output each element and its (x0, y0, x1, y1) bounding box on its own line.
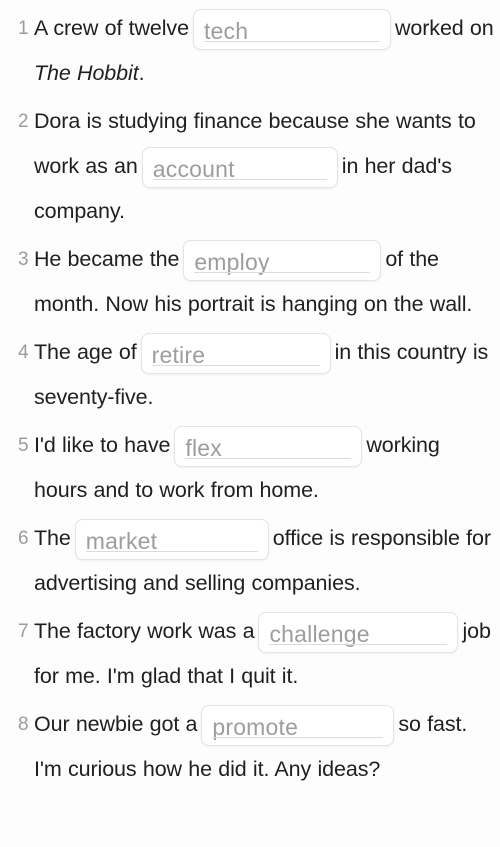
question-item: 6 The market office is responsible for adv… (0, 516, 500, 606)
gap-inner: retire (151, 334, 320, 373)
question-body: The market office is responsible for adver… (34, 516, 496, 606)
gap-inner: promote (212, 706, 384, 745)
gap-underline (85, 550, 258, 552)
gap-input-8[interactable]: promote (201, 704, 395, 746)
question-item: 1 A crew of twelve tech worked on The Hobb… (0, 6, 500, 96)
question-number: 7 (18, 621, 29, 642)
question-item: 5 I'd like to have flex working hours and … (0, 423, 500, 513)
question-number: 6 (18, 528, 29, 549)
question-body: I'd like to have flex working hours and to… (34, 423, 496, 513)
gap-inner: challenge (269, 613, 448, 652)
question-item: 4 The age of retire in this country is sev… (0, 330, 500, 420)
gap-fill-worksheet: 1 A crew of twelve tech worked on The Hobb… (0, 0, 500, 792)
gap-inner: market (85, 520, 258, 559)
question-number: 1 (18, 18, 29, 39)
gap-input-4[interactable]: retire (140, 332, 331, 374)
question-body: The age of retire in this country is seven… (34, 330, 496, 420)
question-number: 3 (18, 249, 29, 270)
gap-input-7[interactable]: challenge (258, 611, 459, 653)
question-item: 2 Dora is studying finance because she w… (0, 99, 500, 234)
question-body: Our newbie got a promote so fast. I'm curi… (34, 702, 496, 792)
gap-inner: account (152, 148, 327, 187)
question-text-before: I'd like to have (34, 433, 171, 457)
question-text-before: The factory work was a (34, 619, 255, 643)
question-text-before: The age of (34, 340, 137, 364)
question-body: A crew of twelve tech worked on The Hobbit… (34, 6, 496, 96)
gap-input-3[interactable]: employ (183, 239, 382, 281)
gap-input-value: promote (212, 713, 299, 740)
gap-inner: employ (194, 241, 371, 280)
question-item: 3 He became the employ of the month. Now h… (0, 237, 500, 327)
gap-input-value: retire (151, 341, 206, 368)
gap-input-1[interactable]: tech (192, 8, 391, 50)
question-text-before: The (34, 526, 71, 550)
gap-underline (203, 40, 380, 42)
gap-input-6[interactable]: market (74, 518, 269, 560)
question-number: 5 (18, 435, 29, 456)
gap-input-value: flex (185, 434, 222, 461)
question-body: The factory work was a challenge job for m… (34, 609, 496, 699)
gap-inner: flex (185, 427, 352, 466)
question-item: 7 The factory work was a challenge job for… (0, 609, 500, 699)
question-text-before: He became the (34, 247, 180, 271)
question-text-before: A crew of twelve (34, 16, 189, 40)
gap-input-value: account (152, 155, 235, 182)
gap-underline (185, 457, 352, 459)
gap-input-5[interactable]: flex (174, 425, 363, 467)
question-number: 4 (18, 342, 29, 363)
italic-title: The Hobbit (34, 61, 139, 85)
question-text-before: Our newbie got a (34, 712, 198, 736)
gap-underline (152, 178, 327, 180)
gap-input-value: tech (203, 17, 249, 44)
gap-input-value: challenge (269, 620, 370, 647)
gap-underline (194, 271, 371, 273)
question-number: 8 (18, 714, 29, 735)
question-number: 2 (18, 111, 29, 132)
gap-input-value: market (85, 527, 158, 554)
question-body: He became the employ of the month. Now his… (34, 237, 496, 327)
gap-inner: tech (203, 10, 380, 49)
gap-input-2[interactable]: account (141, 146, 338, 188)
gap-underline (269, 643, 448, 645)
question-item: 8 Our newbie got a promote so fast. I'm cu… (0, 702, 500, 792)
question-body: Dora is studying finance because she wan… (34, 99, 496, 234)
gap-underline (151, 364, 320, 366)
gap-underline (212, 736, 384, 738)
gap-input-value: employ (194, 248, 270, 275)
